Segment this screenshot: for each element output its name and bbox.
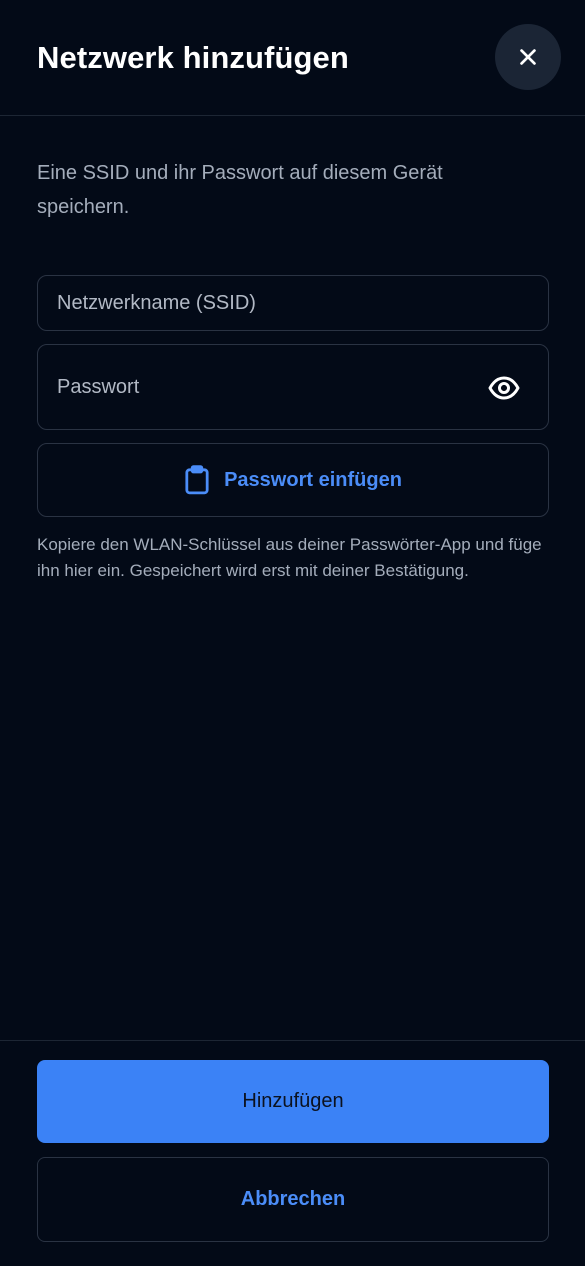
clipboard-icon [185, 465, 209, 495]
add-button[interactable]: Hinzufügen [37, 1060, 549, 1143]
ssid-field[interactable] [37, 275, 549, 331]
paste-password-label: Passwort einfügen [224, 468, 402, 491]
sheet-header: Netzwerk hinzufügen [0, 0, 585, 116]
password-field[interactable] [37, 344, 549, 430]
close-button[interactable] [495, 24, 561, 90]
close-icon [520, 49, 536, 65]
page-title: Netzwerk hinzufügen [37, 40, 349, 75]
cancel-button[interactable]: Abbrechen [37, 1157, 549, 1242]
sheet-footer: Hinzufügen Abbrechen [0, 1040, 585, 1266]
password-input[interactable] [38, 345, 548, 429]
eye-icon [488, 376, 520, 400]
intro-text: Eine SSID und ihr Passwort auf diesem Ge… [37, 162, 443, 218]
show-password-toggle[interactable] [488, 372, 520, 404]
paste-password-button[interactable]: Passwort einfügen [37, 443, 549, 517]
paste-hint-text: Kopiere den WLAN-Schlüssel aus deiner Pa… [37, 535, 542, 580]
add-network-sheet: Netzwerk hinzufügen Eine SSID und ihr Pa… [0, 0, 585, 1266]
ssid-input[interactable] [38, 276, 548, 330]
